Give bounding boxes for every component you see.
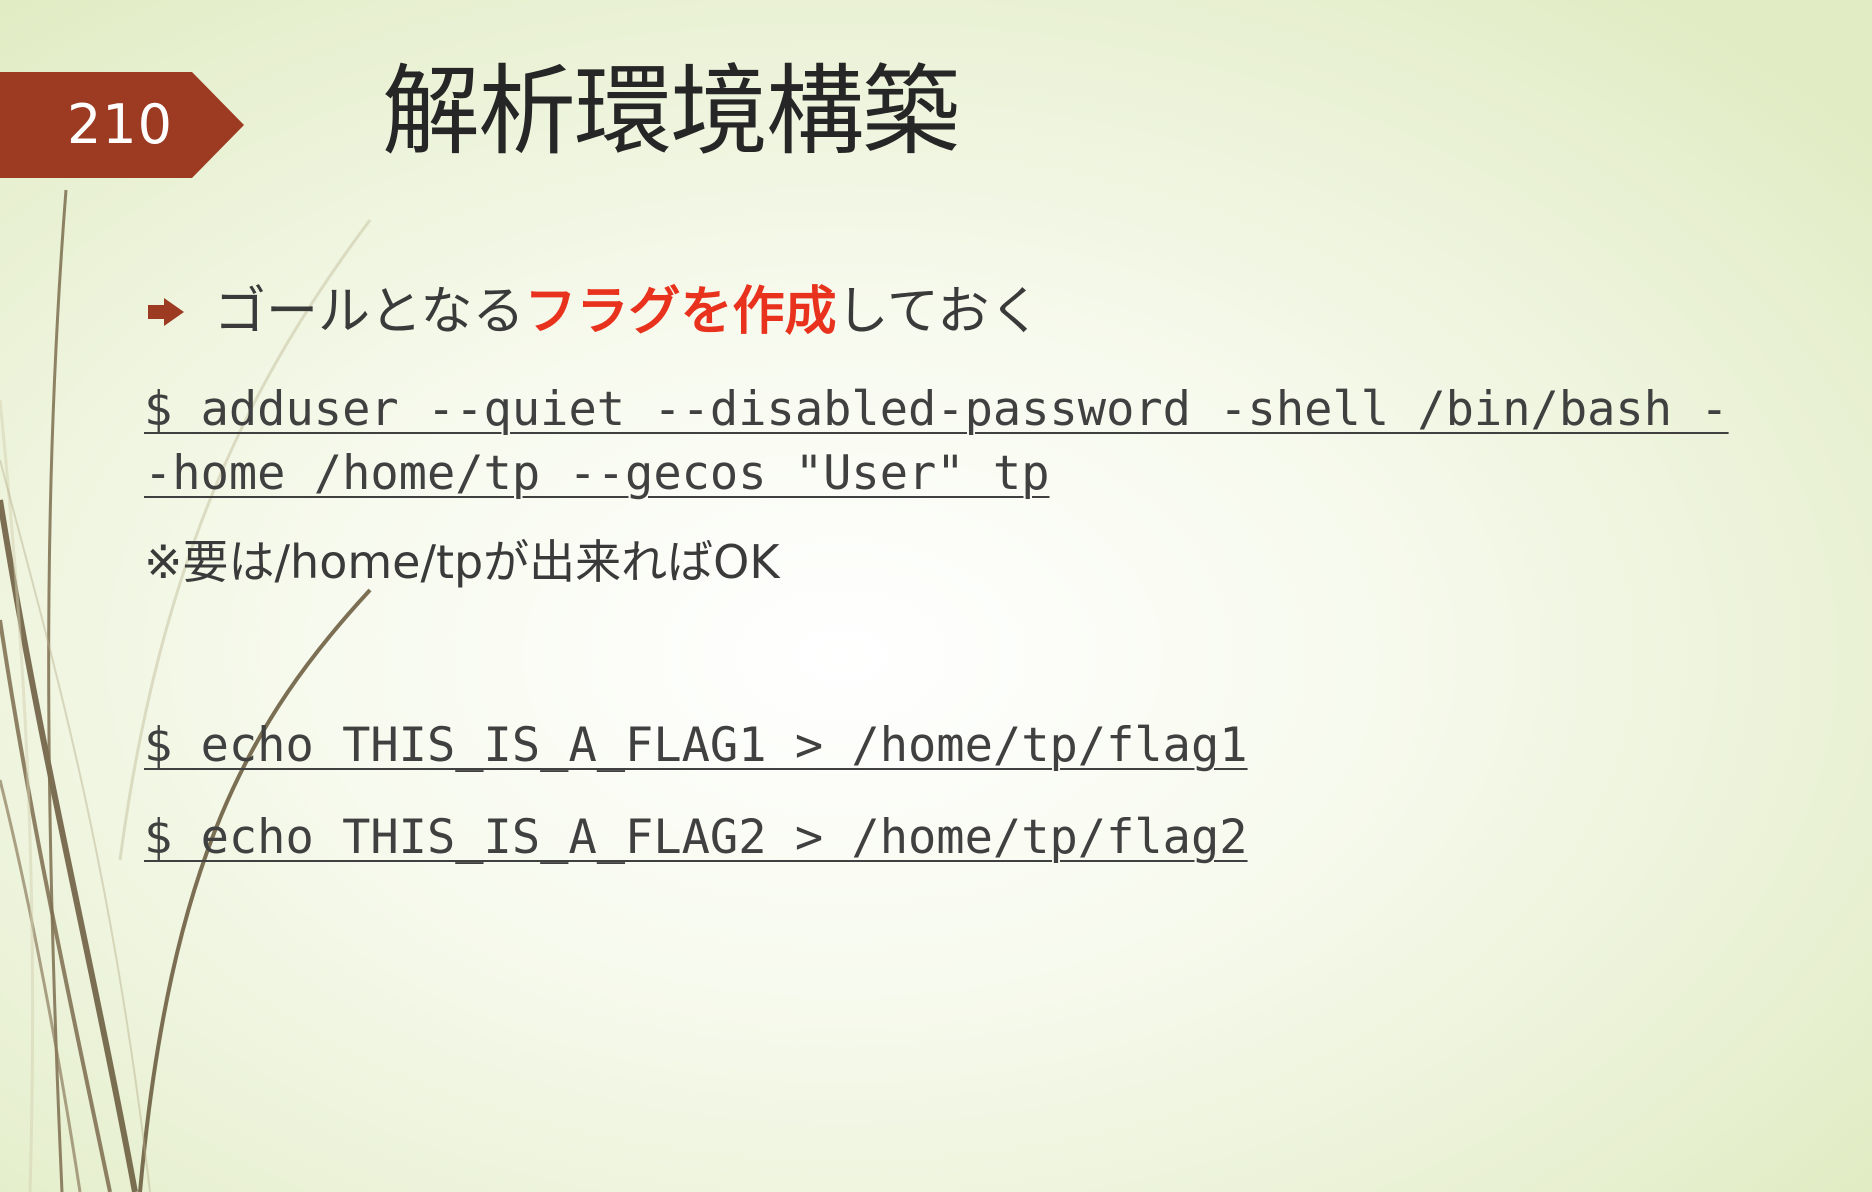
bullet-text-before: ゴールとなる	[214, 282, 525, 342]
bullet-item: ゴールとなるフラグを作成しておく	[146, 278, 1041, 346]
decorative-grass-lines	[0, 189, 372, 1192]
bullet-text-after: しておく	[836, 282, 1042, 342]
adduser-command-line-2: -home /home/tp --gecos "User" tp	[144, 446, 1050, 501]
slide: 210 解析環境構築 ゴールとなるフラグを作成しておく $ adduser --…	[0, 0, 1872, 1192]
arrow-bullet-icon	[148, 298, 184, 326]
adduser-command: $ adduser --quiet --disabled-password -s…	[144, 378, 1729, 506]
bullet-text: ゴールとなるフラグを作成しておく	[214, 278, 1041, 346]
page-number-tag: 210	[0, 72, 244, 178]
flag2-command: $ echo THIS_IS_A_FLAG2 > /home/tp/flag2	[144, 810, 1248, 865]
flag1-command: $ echo THIS_IS_A_FLAG1 > /home/tp/flag1	[144, 718, 1248, 773]
slide-title: 解析環境構築	[382, 55, 960, 169]
adduser-command-line-1: $ adduser --quiet --disabled-password -s…	[144, 382, 1729, 437]
bullet-text-emphasis: フラグを作成	[524, 282, 837, 342]
note-text: ※要は/home/tpが出来ればOK	[144, 535, 780, 589]
page-number: 210	[66, 93, 174, 156]
